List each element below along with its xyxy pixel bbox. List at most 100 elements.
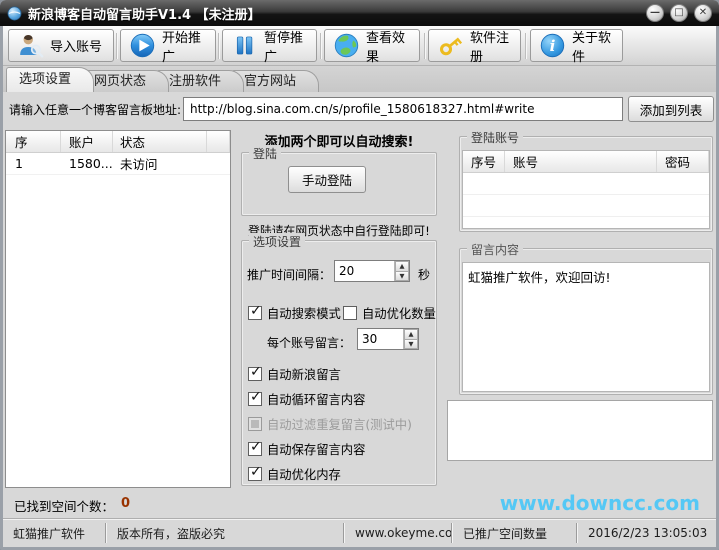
toolbar-separator bbox=[116, 33, 118, 59]
auto-loop-content-checkbox[interactable]: ✓ 自动循环留言内容 bbox=[248, 389, 365, 408]
toolbar-button-label: 查看效果 bbox=[366, 30, 406, 65]
checkbox-label: 自动新浪留言 bbox=[267, 368, 341, 382]
header-account[interactable]: 账户 bbox=[61, 131, 113, 152]
interval-unit: 秒 bbox=[418, 268, 431, 282]
message-content-title: 留言内容 bbox=[467, 241, 524, 258]
toolbar-separator bbox=[320, 33, 322, 59]
per-account-label: 每个账号留言： bbox=[267, 336, 352, 350]
toolbar-button-label: 关于软件 bbox=[572, 30, 612, 65]
statusbar-website: www.okeyme.com bbox=[355, 526, 451, 540]
accounts-list-header: 序 账户 状态 bbox=[6, 131, 230, 153]
statusbar-copyright: 版本所有，盗版必究 bbox=[117, 526, 226, 541]
auto-optimize-memory-checkbox[interactable]: ✓ 自动优化内存 bbox=[248, 464, 341, 483]
found-row: 已找到空间个数： 0 www.downcc.com bbox=[3, 488, 716, 518]
toolbar: 导入账号 开始推广 暂停推广 查看效果 软件注册 i 关于软件 bbox=[3, 26, 716, 66]
add-to-list-label: 添加到列表 bbox=[639, 102, 703, 118]
checkbox-disabled-icon bbox=[248, 417, 262, 431]
globe-icon bbox=[333, 32, 360, 59]
statusbar-promoted-count: 已推广空间数量 bbox=[463, 526, 548, 541]
tabstrip: 选项设置 网页状态 注册软件 官方网站 bbox=[3, 66, 716, 92]
minimize-button[interactable]: — bbox=[646, 4, 664, 22]
register-software-button[interactable]: 软件注册 bbox=[428, 29, 521, 65]
toolbar-separator bbox=[218, 33, 220, 59]
auto-save-content-checkbox[interactable]: ✓ 自动保存留言内容 bbox=[248, 439, 365, 458]
tab-label: 网页状态 bbox=[94, 74, 147, 89]
tab-label: 选项设置 bbox=[19, 72, 72, 87]
table-row[interactable]: 1 1580... 未访问 bbox=[6, 153, 230, 175]
checkbox-label: 自动过滤重复留言(测试中) bbox=[267, 418, 412, 432]
interval-spinner: ▲ ▼ bbox=[334, 260, 410, 282]
minimize-icon: — bbox=[650, 7, 660, 18]
play-icon bbox=[129, 32, 156, 59]
tab-options[interactable]: 选项设置 bbox=[6, 67, 95, 92]
window-title: 新浪博客自动留言助手V1.4 【未注册】 bbox=[28, 7, 261, 23]
maximize-icon: □ bbox=[674, 7, 684, 18]
view-results-button[interactable]: 查看效果 bbox=[324, 29, 420, 65]
toolbar-separator bbox=[424, 33, 426, 59]
tab-label: 官方网站 bbox=[244, 74, 297, 89]
checkbox-checked-icon: ✓ bbox=[248, 389, 262, 406]
checkbox-checked-icon: ✓ bbox=[248, 439, 262, 456]
tab-official-site[interactable]: 官方网站 bbox=[231, 70, 320, 92]
auto-search-checkbox[interactable]: ✓ 自动搜索模式 bbox=[248, 303, 341, 322]
login-group-title: 登陆 bbox=[249, 145, 282, 162]
toolbar-button-label: 软件注册 bbox=[470, 30, 510, 65]
close-icon: ✕ bbox=[698, 7, 708, 18]
manual-login-button[interactable]: 手动登陆 bbox=[288, 166, 366, 193]
login-accounts-table: 序号 账号 密码 bbox=[462, 150, 710, 229]
interval-label: 推广时间间隔： bbox=[247, 268, 332, 282]
spinner-down-icon[interactable]: ▼ bbox=[404, 338, 418, 349]
statusbar: 虹猫推广软件 版本所有，盗版必究 www.okeyme.com 已推广空间数量 … bbox=[3, 518, 716, 547]
cell-account: 1580... bbox=[69, 156, 113, 171]
toolbar-separator bbox=[525, 33, 527, 59]
auto-optimize-count-checkbox[interactable]: 自动优化数量 bbox=[343, 304, 436, 322]
log-box bbox=[447, 400, 713, 461]
maximize-button[interactable]: □ bbox=[670, 4, 688, 22]
cell-index: 1 bbox=[15, 156, 23, 171]
auto-sina-comment-checkbox[interactable]: ✓ 自动新浪留言 bbox=[248, 364, 341, 383]
cell-status: 未访问 bbox=[120, 157, 158, 172]
checkbox-checked-icon: ✓ bbox=[248, 364, 262, 381]
accounts-list: 序 账户 状态 1 1580... 未访问 bbox=[5, 130, 231, 488]
toolbar-button-label: 导入账号 bbox=[50, 40, 103, 55]
header-password[interactable]: 密码 bbox=[657, 151, 709, 172]
spinner-up-icon[interactable]: ▲ bbox=[395, 261, 409, 271]
app-icon bbox=[7, 6, 22, 21]
tab-label: 注册软件 bbox=[169, 74, 222, 89]
auto-search-label: 自动搜索模式 bbox=[267, 307, 341, 321]
start-promotion-button[interactable]: 开始推广 bbox=[120, 29, 216, 65]
header-seq[interactable]: 序号 bbox=[463, 151, 505, 172]
tab-register[interactable]: 注册软件 bbox=[156, 70, 245, 92]
close-button[interactable]: ✕ bbox=[694, 4, 712, 22]
interval-input[interactable] bbox=[335, 261, 394, 281]
header-status[interactable]: 状态 bbox=[113, 131, 207, 152]
spinner-down-icon[interactable]: ▼ bbox=[395, 270, 409, 281]
statusbar-datetime: 2016/2/23 13:05:03 bbox=[588, 526, 708, 540]
blog-url-input[interactable] bbox=[183, 97, 623, 121]
header-index[interactable]: 序 bbox=[6, 131, 61, 152]
auto-optimize-count-label: 自动优化数量 bbox=[362, 307, 436, 321]
message-content-textarea[interactable]: 虹猫推广软件，欢迎回访! bbox=[462, 262, 710, 392]
toolbar-button-label: 开始推广 bbox=[162, 30, 202, 65]
url-label: 请输入任意一个博客留言板地址: bbox=[9, 103, 182, 117]
tab-web-status[interactable]: 网页状态 bbox=[81, 70, 170, 92]
app-window: 新浪博客自动留言助手V1.4 【未注册】 — □ ✕ 导入账号 开始推广 暂停推… bbox=[0, 0, 719, 550]
checkbox-checked-icon: ✓ bbox=[248, 464, 262, 481]
window-controls: — □ ✕ bbox=[646, 4, 712, 22]
per-account-input[interactable] bbox=[358, 329, 403, 349]
pause-promotion-button[interactable]: 暂停推广 bbox=[222, 29, 317, 65]
message-content-group: 留言内容 虹猫推广软件，欢迎回访! bbox=[459, 241, 713, 395]
about-software-button[interactable]: i 关于软件 bbox=[530, 29, 623, 65]
found-count-value: 0 bbox=[121, 496, 131, 511]
login-accounts-header: 序号 账号 密码 bbox=[463, 151, 709, 173]
pause-icon bbox=[231, 32, 258, 59]
checkbox-checked-icon: ✓ bbox=[248, 303, 262, 320]
auto-filter-duplicate-checkbox: 自动过滤重复留言(测试中) bbox=[248, 415, 412, 433]
spinner-up-icon[interactable]: ▲ bbox=[404, 329, 418, 339]
checkbox-unchecked-icon bbox=[343, 306, 357, 320]
header-account[interactable]: 账号 bbox=[505, 151, 657, 172]
key-icon bbox=[437, 32, 464, 59]
import-accounts-button[interactable]: 导入账号 bbox=[8, 29, 114, 62]
login-accounts-title: 登陆账号 bbox=[467, 129, 524, 146]
add-to-list-button[interactable]: 添加到列表 bbox=[628, 96, 714, 122]
